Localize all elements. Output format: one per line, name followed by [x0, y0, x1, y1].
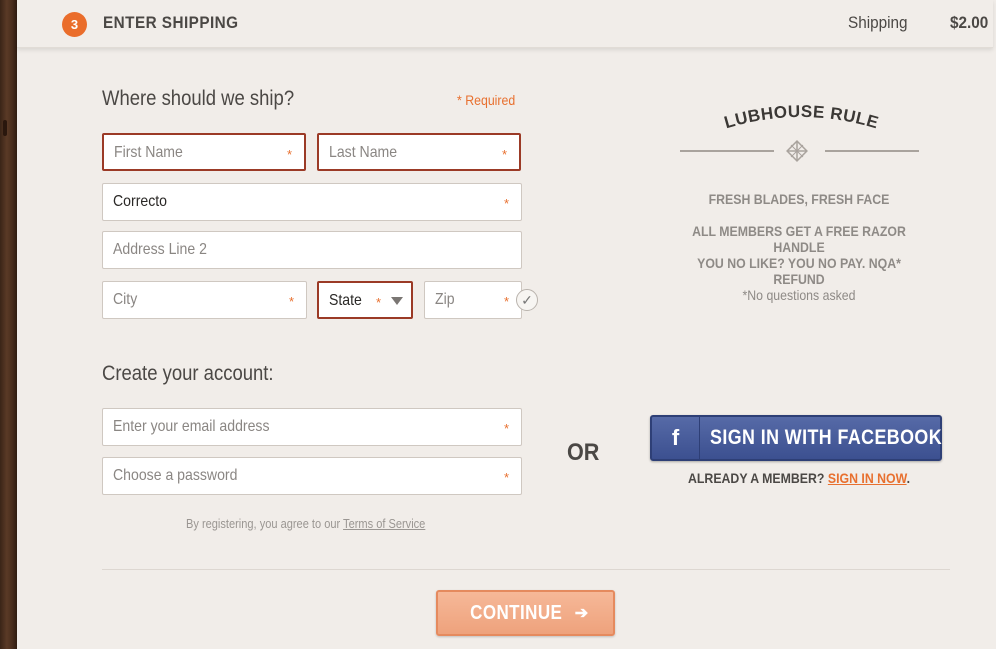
step-header: 3 ENTER SHIPPING Shipping $2.00 — [17, 0, 993, 48]
clubhouse-rules-title-text: CLUBHOUSE RULES — [715, 98, 880, 132]
facebook-signin-button[interactable]: f SIGN IN WITH FACEBOOK — [650, 415, 942, 461]
or-separator: OR — [567, 439, 600, 466]
zip-placeholder: Zip — [435, 291, 455, 308]
clubhouse-rules-title: CLUBHOUSE RULES — [715, 98, 881, 132]
email-field[interactable]: Enter your email address * — [102, 408, 522, 446]
continue-button[interactable]: CONTINUE ➔ — [436, 590, 615, 636]
facebook-signin-label: SIGN IN WITH FACEBOOK — [710, 426, 943, 449]
address-line-2-placeholder: Address Line 2 — [113, 241, 207, 258]
last-name-placeholder: Last Name — [329, 144, 398, 161]
section-divider — [102, 569, 950, 570]
required-star: * — [503, 196, 509, 211]
already-member-text: ALREADY A MEMBER? SIGN IN NOW. — [677, 470, 922, 486]
account-section-title: Create your account: — [102, 362, 274, 385]
diamond-ornament-icon — [786, 140, 808, 162]
step-title: ENTER SHIPPING — [103, 13, 239, 32]
required-star: * — [375, 295, 381, 310]
facebook-icon: f — [652, 417, 700, 459]
rule-item: ALL MEMBERS GET A FREE RAZOR HANDLE — [692, 223, 906, 255]
chevron-down-icon — [391, 297, 403, 305]
password-placeholder: Choose a password — [113, 467, 238, 484]
svg-text:CLUBHOUSE RULES: CLUBHOUSE RULES — [715, 98, 881, 132]
state-select[interactable]: State * — [317, 281, 413, 319]
last-name-field[interactable]: Last Name * — [317, 133, 521, 171]
first-name-field[interactable]: First Name * — [102, 133, 306, 171]
city-placeholder: City — [113, 291, 138, 308]
address-line-2-field[interactable]: Address Line 2 — [102, 231, 522, 269]
step-number-badge: 3 — [62, 12, 87, 37]
checkmark-icon: ✓ — [516, 289, 538, 311]
terms-prefix: By registering, you agree to our — [186, 516, 344, 531]
shipping-section-title: Where should we ship? — [102, 87, 295, 110]
rule-item: YOU NO LIKE? YOU NO PAY. NQA* REFUND — [697, 255, 901, 287]
wood-border — [0, 0, 17, 649]
email-placeholder: Enter your email address — [113, 418, 270, 435]
terms-text: By registering, you agree to our Terms o… — [186, 516, 425, 531]
sign-in-now-link[interactable]: SIGN IN NOW — [828, 470, 907, 486]
password-field[interactable]: Choose a password * — [102, 457, 522, 495]
state-select-value: State — [329, 292, 362, 309]
address-line-1-field[interactable]: Correcto * — [102, 183, 522, 221]
rules-footnote: *No questions asked — [742, 287, 856, 303]
first-name-placeholder: First Name — [114, 144, 183, 161]
member-suffix: . — [906, 470, 911, 486]
rules-divider-right — [825, 150, 919, 152]
required-star: * — [503, 421, 509, 436]
required-star: * — [503, 470, 509, 485]
required-star: * — [503, 294, 509, 309]
rule-item: FRESH BLADES, FRESH FACE — [708, 191, 890, 207]
arrow-right-icon: ➔ — [574, 605, 589, 622]
continue-label: CONTINUE — [470, 601, 563, 624]
shipping-cost-value: $2.00 — [950, 13, 989, 32]
city-field[interactable]: City * — [102, 281, 307, 319]
required-star: * — [501, 147, 507, 162]
shipping-cost-label: Shipping — [848, 13, 908, 32]
address-line-1-value: Correcto — [113, 193, 167, 210]
terms-of-service-link[interactable]: Terms of Service — [343, 516, 425, 531]
required-note: * Required — [457, 92, 516, 108]
required-star: * — [288, 294, 294, 309]
zip-field[interactable]: Zip * — [424, 281, 522, 319]
rules-divider-left — [680, 150, 774, 152]
member-prefix: ALREADY A MEMBER? — [687, 470, 828, 486]
required-star: * — [286, 147, 292, 162]
